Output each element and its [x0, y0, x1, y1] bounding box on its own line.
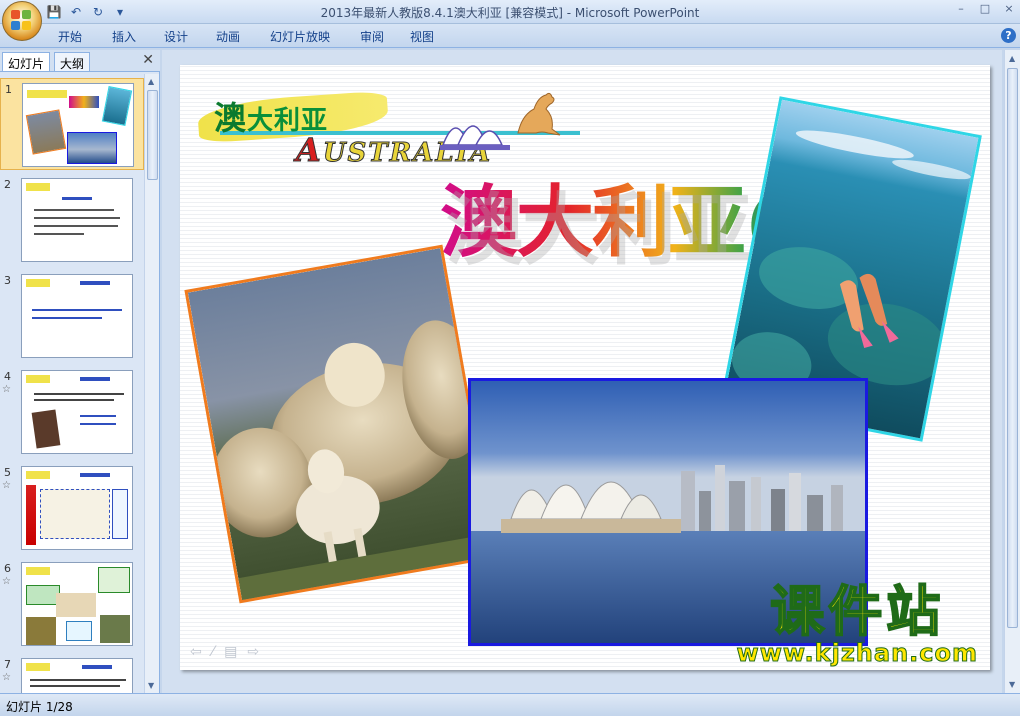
- slide-editor: 澳大利亚 AUSTRALIA 澳大利亚(1) ⇦ ⁄ ▤ ⇨ 课件站 www.k…: [162, 50, 1002, 693]
- thumbnail-number: 2: [4, 178, 11, 191]
- slideshow-nav-icons: ⇦ ⁄ ▤ ⇨: [190, 644, 259, 660]
- thumbnail-number: 3: [4, 274, 11, 287]
- thumbnail-number: 7: [4, 658, 11, 671]
- thumbnail-item[interactable]: 3: [0, 270, 144, 362]
- ribbon-tabs: 开始 插入 设计 动画 幻灯片放映 审阅 视图 ?: [0, 24, 1020, 48]
- sheep-image: [187, 247, 498, 604]
- tab-slides[interactable]: 幻灯片: [2, 52, 51, 71]
- thumbnail-number: 5: [4, 466, 11, 479]
- thumbnail-scrollbar[interactable]: ▲ ▼: [144, 74, 159, 693]
- thumbnail-item[interactable]: 4 ☆: [0, 366, 144, 458]
- opera-house-icon: [440, 125, 510, 150]
- scroll-down-icon[interactable]: ▼: [148, 681, 154, 690]
- office-logo-icon: [11, 10, 33, 32]
- close-button[interactable]: ×: [1002, 2, 1016, 16]
- thumbnail-item[interactable]: 7 ☆: [0, 654, 144, 693]
- tab-home[interactable]: 开始: [58, 28, 82, 45]
- scrollbar-thumb[interactable]: [1007, 68, 1018, 628]
- slide-thumbnail[interactable]: [21, 274, 133, 358]
- thumbnail-item[interactable]: 6 ☆: [0, 558, 144, 650]
- slide-thumbnail[interactable]: [21, 370, 133, 454]
- animation-star-icon: ☆: [2, 672, 11, 683]
- tab-animation[interactable]: 动画: [216, 28, 240, 45]
- previous-icon[interactable]: ⇦: [190, 644, 202, 660]
- title-bar: 💾 ↶ ↻ ▾ 2013年最新人教版8.4.1澳大利亚 [兼容模式] - Mic…: [0, 0, 1020, 24]
- animation-star-icon: ☆: [2, 576, 11, 587]
- menu-icon[interactable]: ▤: [224, 644, 237, 660]
- thumbnail-item[interactable]: 5 ☆: [0, 462, 144, 554]
- slide-thumbnail[interactable]: [21, 562, 133, 646]
- thumbnail-number: 4: [4, 370, 11, 383]
- scroll-up-icon[interactable]: ▲: [148, 77, 154, 86]
- close-panel-icon[interactable]: ✕: [142, 52, 154, 68]
- animation-star-icon: ☆: [2, 384, 11, 395]
- tab-design[interactable]: 设计: [164, 28, 188, 45]
- panel-tabs: 幻灯片 大纲 ✕: [0, 50, 160, 72]
- slides-panel: 幻灯片 大纲 ✕ 1 2 3 4 ☆ 5 ☆ 6 ☆ 7 ☆ ▲ ▼: [0, 50, 160, 693]
- maximize-button[interactable]: □: [978, 2, 992, 16]
- slide-thumbnail[interactable]: [22, 83, 134, 167]
- slide-thumbnail[interactable]: [21, 658, 133, 693]
- watermark: 课件站 www.kjzhan.com: [736, 580, 978, 668]
- thumbnail-list: 1 2 3 4 ☆ 5 ☆ 6 ☆ 7 ☆: [0, 74, 144, 693]
- scroll-up-icon[interactable]: ▲: [1009, 54, 1015, 63]
- animation-star-icon: ☆: [2, 480, 11, 491]
- kangaroo-icon: [517, 92, 561, 136]
- editor-scrollbar[interactable]: ▲ ▼: [1004, 50, 1020, 693]
- banner-logo: 澳大利亚 AUSTRALIA: [196, 89, 580, 170]
- window-title: 2013年最新人教版8.4.1澳大利亚 [兼容模式] - Microsoft P…: [320, 6, 700, 20]
- status-bar: 幻灯片 1/28: [0, 693, 1020, 716]
- tab-slideshow[interactable]: 幻灯片放映: [270, 28, 330, 45]
- slide-thumbnail[interactable]: [21, 178, 133, 262]
- scroll-down-icon[interactable]: ▼: [1009, 680, 1015, 689]
- thumbnail-item[interactable]: 2: [0, 174, 144, 266]
- scrollbar-thumb[interactable]: [147, 90, 158, 180]
- minimize-button[interactable]: –: [954, 2, 968, 16]
- tab-insert[interactable]: 插入: [112, 28, 136, 45]
- tab-view[interactable]: 视图: [410, 28, 434, 45]
- thumbnail-item[interactable]: 1: [0, 78, 144, 170]
- help-icon[interactable]: ?: [1001, 28, 1016, 43]
- pen-icon[interactable]: ⁄: [212, 644, 214, 660]
- slide-counter: 幻灯片 1/28: [6, 700, 73, 714]
- watermark-chinese: 课件站: [769, 580, 945, 643]
- watermark-url: www.kjzhan.com: [736, 639, 978, 668]
- thumbnail-number: 6: [4, 562, 11, 575]
- sheep-photo[interactable]: [184, 244, 498, 604]
- tab-review[interactable]: 审阅: [360, 28, 384, 45]
- window-controls: – □ ×: [954, 2, 1016, 16]
- thumbnail-number: 1: [5, 83, 12, 96]
- next-icon[interactable]: ⇨: [247, 644, 259, 660]
- office-button[interactable]: [2, 1, 42, 41]
- tab-outline[interactable]: 大纲: [54, 52, 91, 71]
- slide-thumbnail[interactable]: [21, 466, 133, 550]
